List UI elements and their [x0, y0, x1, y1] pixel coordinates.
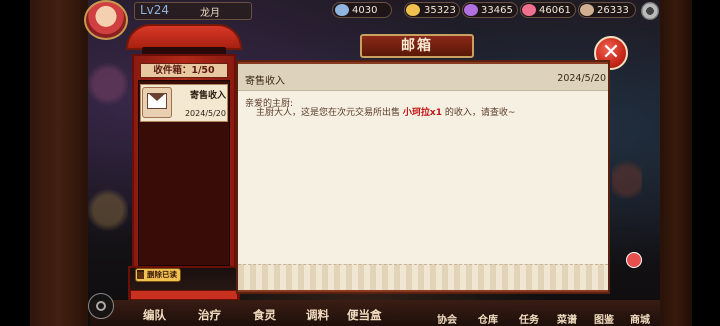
- nav-association[interactable]: 协会: [437, 311, 457, 326]
- nav-codex[interactable]: 图鉴: [594, 311, 614, 326]
- player-name: 龙月: [200, 8, 220, 19]
- chat-bubble-icon[interactable]: [626, 252, 642, 268]
- resource-gold-value: 35323: [424, 5, 456, 16]
- inbox-count: 收件箱：1/50: [140, 63, 228, 78]
- settings-gear-icon[interactable]: [641, 2, 659, 20]
- pink-ticket-icon: [522, 4, 536, 16]
- resource-crystal-value: 33465: [481, 5, 513, 16]
- mail-item-title: 寄售收入: [189, 91, 226, 101]
- message-date: 2024/5/20: [557, 73, 606, 84]
- nav-seasoning[interactable]: 调料: [306, 307, 329, 323]
- message-body-text: 主厨大人，这是您在次元交易所出售: [256, 108, 401, 118]
- resource-ticket-value: 46061: [539, 5, 571, 16]
- message-item-name: 小珂拉x1: [402, 108, 442, 118]
- message-body-text-end: 的收入，请查收~: [444, 108, 516, 118]
- nav-formation[interactable]: 编队: [143, 307, 166, 323]
- nav-heal[interactable]: 治疗: [198, 307, 221, 323]
- right-letterbox: [690, 0, 720, 326]
- player-avatar[interactable]: [84, 0, 128, 40]
- mail-item-date: 2024/5/20: [184, 109, 226, 118]
- nav-shop[interactable]: 商城: [630, 311, 650, 326]
- message-paper: [238, 64, 608, 290]
- nav-food-spirit[interactable]: 食灵: [253, 307, 276, 323]
- feather-icon: [580, 4, 594, 16]
- blue-gem-icon: [335, 4, 349, 16]
- trash-icon: [137, 270, 144, 279]
- nav-tasks[interactable]: 任务: [519, 311, 539, 326]
- purple-crystal-icon: [464, 4, 478, 16]
- paper-lace-border: [238, 264, 608, 290]
- message-body: 主厨大人，这是您在次元交易所出售 小珂拉x1 的收入，请查收~: [256, 105, 515, 118]
- resource-feather-value: 26333: [597, 5, 629, 16]
- mailbox-foot: [130, 290, 238, 300]
- left-letterbox: [0, 0, 30, 326]
- resource-gem-value: 4030: [352, 5, 378, 16]
- nav-recipes[interactable]: 菜谱: [557, 311, 577, 326]
- nav-bento[interactable]: 便当盒: [347, 307, 382, 323]
- nav-warehouse[interactable]: 仓库: [478, 311, 498, 326]
- mailbox-title: 邮箱: [360, 34, 474, 58]
- gold-coin-icon: [406, 4, 420, 16]
- envelope-flap: [148, 93, 166, 101]
- message-title: 寄售收入: [245, 76, 285, 87]
- player-level: Lv24: [140, 3, 170, 17]
- eye-icon: [96, 301, 106, 311]
